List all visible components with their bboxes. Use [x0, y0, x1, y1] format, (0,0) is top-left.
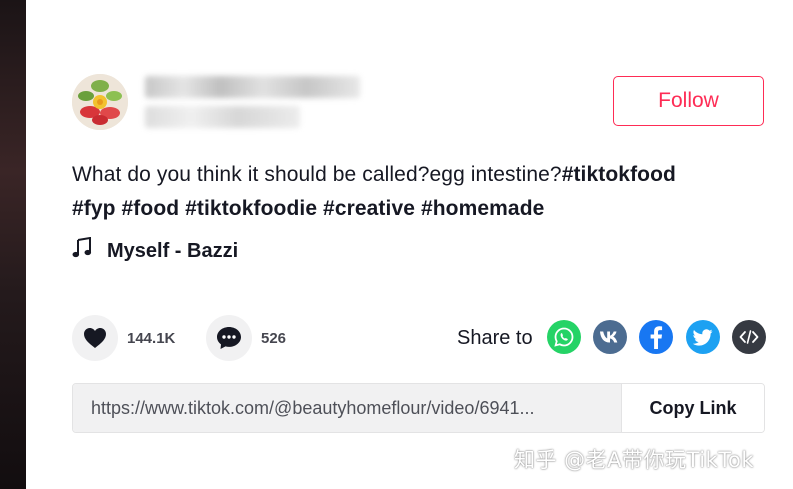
like-button[interactable]: [72, 315, 118, 361]
music-link[interactable]: Myself - Bazzi: [72, 236, 238, 266]
like-action[interactable]: 144.1K: [72, 314, 175, 362]
hashtag-link[interactable]: #creative: [323, 197, 415, 220]
vk-icon[interactable]: [593, 320, 627, 354]
avatar[interactable]: [72, 74, 128, 130]
background-video-edge: [0, 0, 26, 489]
music-note-icon: [72, 236, 94, 265]
heart-icon: [84, 328, 106, 348]
hashtag-link[interactable]: #fyp: [72, 197, 116, 220]
facebook-icon[interactable]: [639, 320, 673, 354]
like-count: 144.1K: [127, 329, 176, 347]
embed-icon[interactable]: [732, 320, 766, 354]
hashtag-link[interactable]: #tiktokfoodie: [185, 197, 317, 220]
comment-button[interactable]: [206, 315, 252, 361]
comment-action[interactable]: 526: [206, 314, 286, 362]
share-link-box: https://www.tiktok.com/@beautyhomeflour/…: [72, 383, 765, 433]
source-watermark: 知乎 @老A带你玩TikTok: [514, 448, 754, 472]
username-redacted[interactable]: [145, 76, 360, 98]
hashtag-link[interactable]: #food: [122, 197, 180, 220]
caption-text: What do you think it should be called?eg…: [72, 163, 562, 186]
hashtag-link[interactable]: #homemade: [421, 197, 544, 220]
video-caption: What do you think it should be called?eg…: [72, 158, 762, 226]
share-label: Share to: [457, 327, 533, 349]
comment-icon: [217, 327, 241, 349]
copy-link-button[interactable]: Copy Link: [621, 384, 764, 432]
follow-button[interactable]: Follow: [613, 76, 764, 126]
video-url-field[interactable]: https://www.tiktok.com/@beautyhomeflour/…: [73, 384, 621, 432]
comment-count: 526: [261, 329, 287, 347]
nickname-redacted: [145, 106, 300, 128]
avatar-image: [72, 74, 128, 130]
twitter-icon[interactable]: [686, 320, 720, 354]
hashtag-link[interactable]: #tiktokfood: [562, 163, 676, 186]
whatsapp-icon[interactable]: [547, 320, 581, 354]
music-title: Myself - Bazzi: [107, 239, 239, 262]
